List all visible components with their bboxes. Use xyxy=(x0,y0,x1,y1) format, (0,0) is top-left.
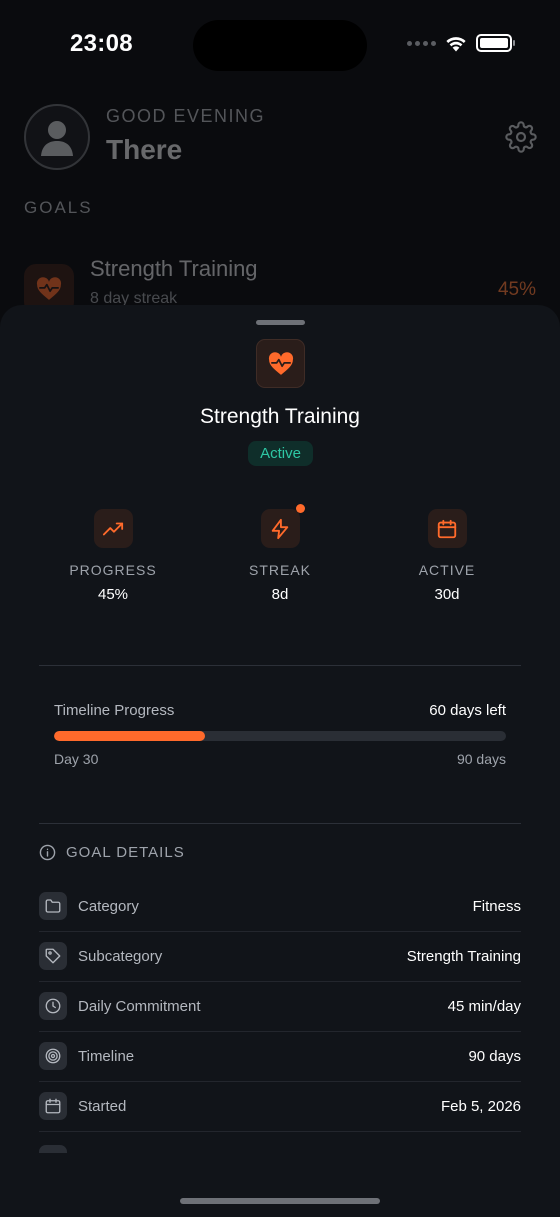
avatar[interactable] xyxy=(24,104,90,170)
timeline-progress-fill xyxy=(54,731,205,741)
divider xyxy=(39,665,521,666)
greeting: GOOD EVENING xyxy=(106,106,266,126)
detail-value: 90 days xyxy=(468,1047,521,1065)
stat-value: 30d xyxy=(434,586,460,603)
person-icon xyxy=(41,121,73,156)
stat-label: STREAK xyxy=(248,562,311,578)
detail-value: 45 min/day xyxy=(447,997,521,1015)
folder-icon xyxy=(39,892,67,920)
username: There xyxy=(106,134,183,165)
goal-percent: 45% xyxy=(497,279,536,300)
status-badge: Active xyxy=(248,441,313,466)
gear-icon[interactable] xyxy=(505,121,537,153)
detail-row-subcategory: Subcategory Strength Training xyxy=(39,931,521,981)
sheet-grabber[interactable] xyxy=(256,320,305,325)
screen: 23:08 GOOD EVENING There GOALS Strength … xyxy=(0,0,560,1217)
heart-pulse-icon xyxy=(256,339,305,388)
detail-row-timeline: Timeline 90 days xyxy=(39,1031,521,1081)
stat-label: PROGRESS xyxy=(69,562,157,578)
goal-title: Strength Training xyxy=(200,405,360,428)
target-icon xyxy=(39,1042,67,1070)
detail-value: Fitness xyxy=(472,897,521,915)
detail-label: Daily Commitment xyxy=(78,997,201,1015)
calendar-icon xyxy=(39,1092,67,1120)
clock-icon xyxy=(39,992,67,1020)
timeline-start: Day 30 xyxy=(54,751,99,767)
detail-label: Category xyxy=(78,897,139,915)
notification-dot xyxy=(295,504,305,513)
tag-icon xyxy=(39,942,67,970)
goal-detail-sheet: Strength Training Active PROGRESS 45% ST… xyxy=(0,305,560,1217)
timeline-label: Timeline Progress xyxy=(54,702,175,719)
goal-details-label: GOAL DETAILS xyxy=(66,844,185,861)
divider xyxy=(39,823,521,824)
row-separator xyxy=(39,1131,521,1132)
timeline-remaining: 60 days left xyxy=(429,702,506,719)
goal-details-header: GOAL DETAILS xyxy=(39,844,185,861)
detail-row-category: Category Fitness xyxy=(39,881,521,931)
goals-section-label: GOALS xyxy=(24,198,93,217)
home-indicator[interactable] xyxy=(180,1198,380,1204)
stat-value: 8d xyxy=(271,586,289,603)
stat-streak: STREAK 8d xyxy=(210,504,350,603)
trending-up-icon xyxy=(93,509,133,548)
detail-row-daily-commitment: Daily Commitment 45 min/day xyxy=(39,981,521,1031)
calendar-icon xyxy=(427,509,467,548)
next-row-icon xyxy=(39,1145,67,1153)
detail-row-started: Started Feb 5, 2026 xyxy=(39,1081,521,1131)
detail-label: Timeline xyxy=(78,1047,135,1065)
background-content: GOOD EVENING There GOALS Strength Traini… xyxy=(0,0,560,330)
timeline-progress-bar xyxy=(54,731,506,741)
lightning-icon xyxy=(260,504,305,548)
stat-progress: PROGRESS 45% xyxy=(43,509,183,603)
stat-value: 45% xyxy=(97,586,129,603)
detail-value: Feb 5, 2026 xyxy=(440,1097,521,1115)
timeline-end: 90 days xyxy=(456,751,506,767)
detail-value: Strength Training xyxy=(406,947,521,965)
detail-label: Subcategory xyxy=(78,947,163,965)
detail-label: Started xyxy=(78,1097,127,1115)
info-icon xyxy=(39,844,56,861)
goal-name[interactable]: Strength Training xyxy=(90,256,258,282)
stat-active: ACTIVE 30d xyxy=(377,509,517,603)
stat-label: ACTIVE xyxy=(418,562,476,578)
